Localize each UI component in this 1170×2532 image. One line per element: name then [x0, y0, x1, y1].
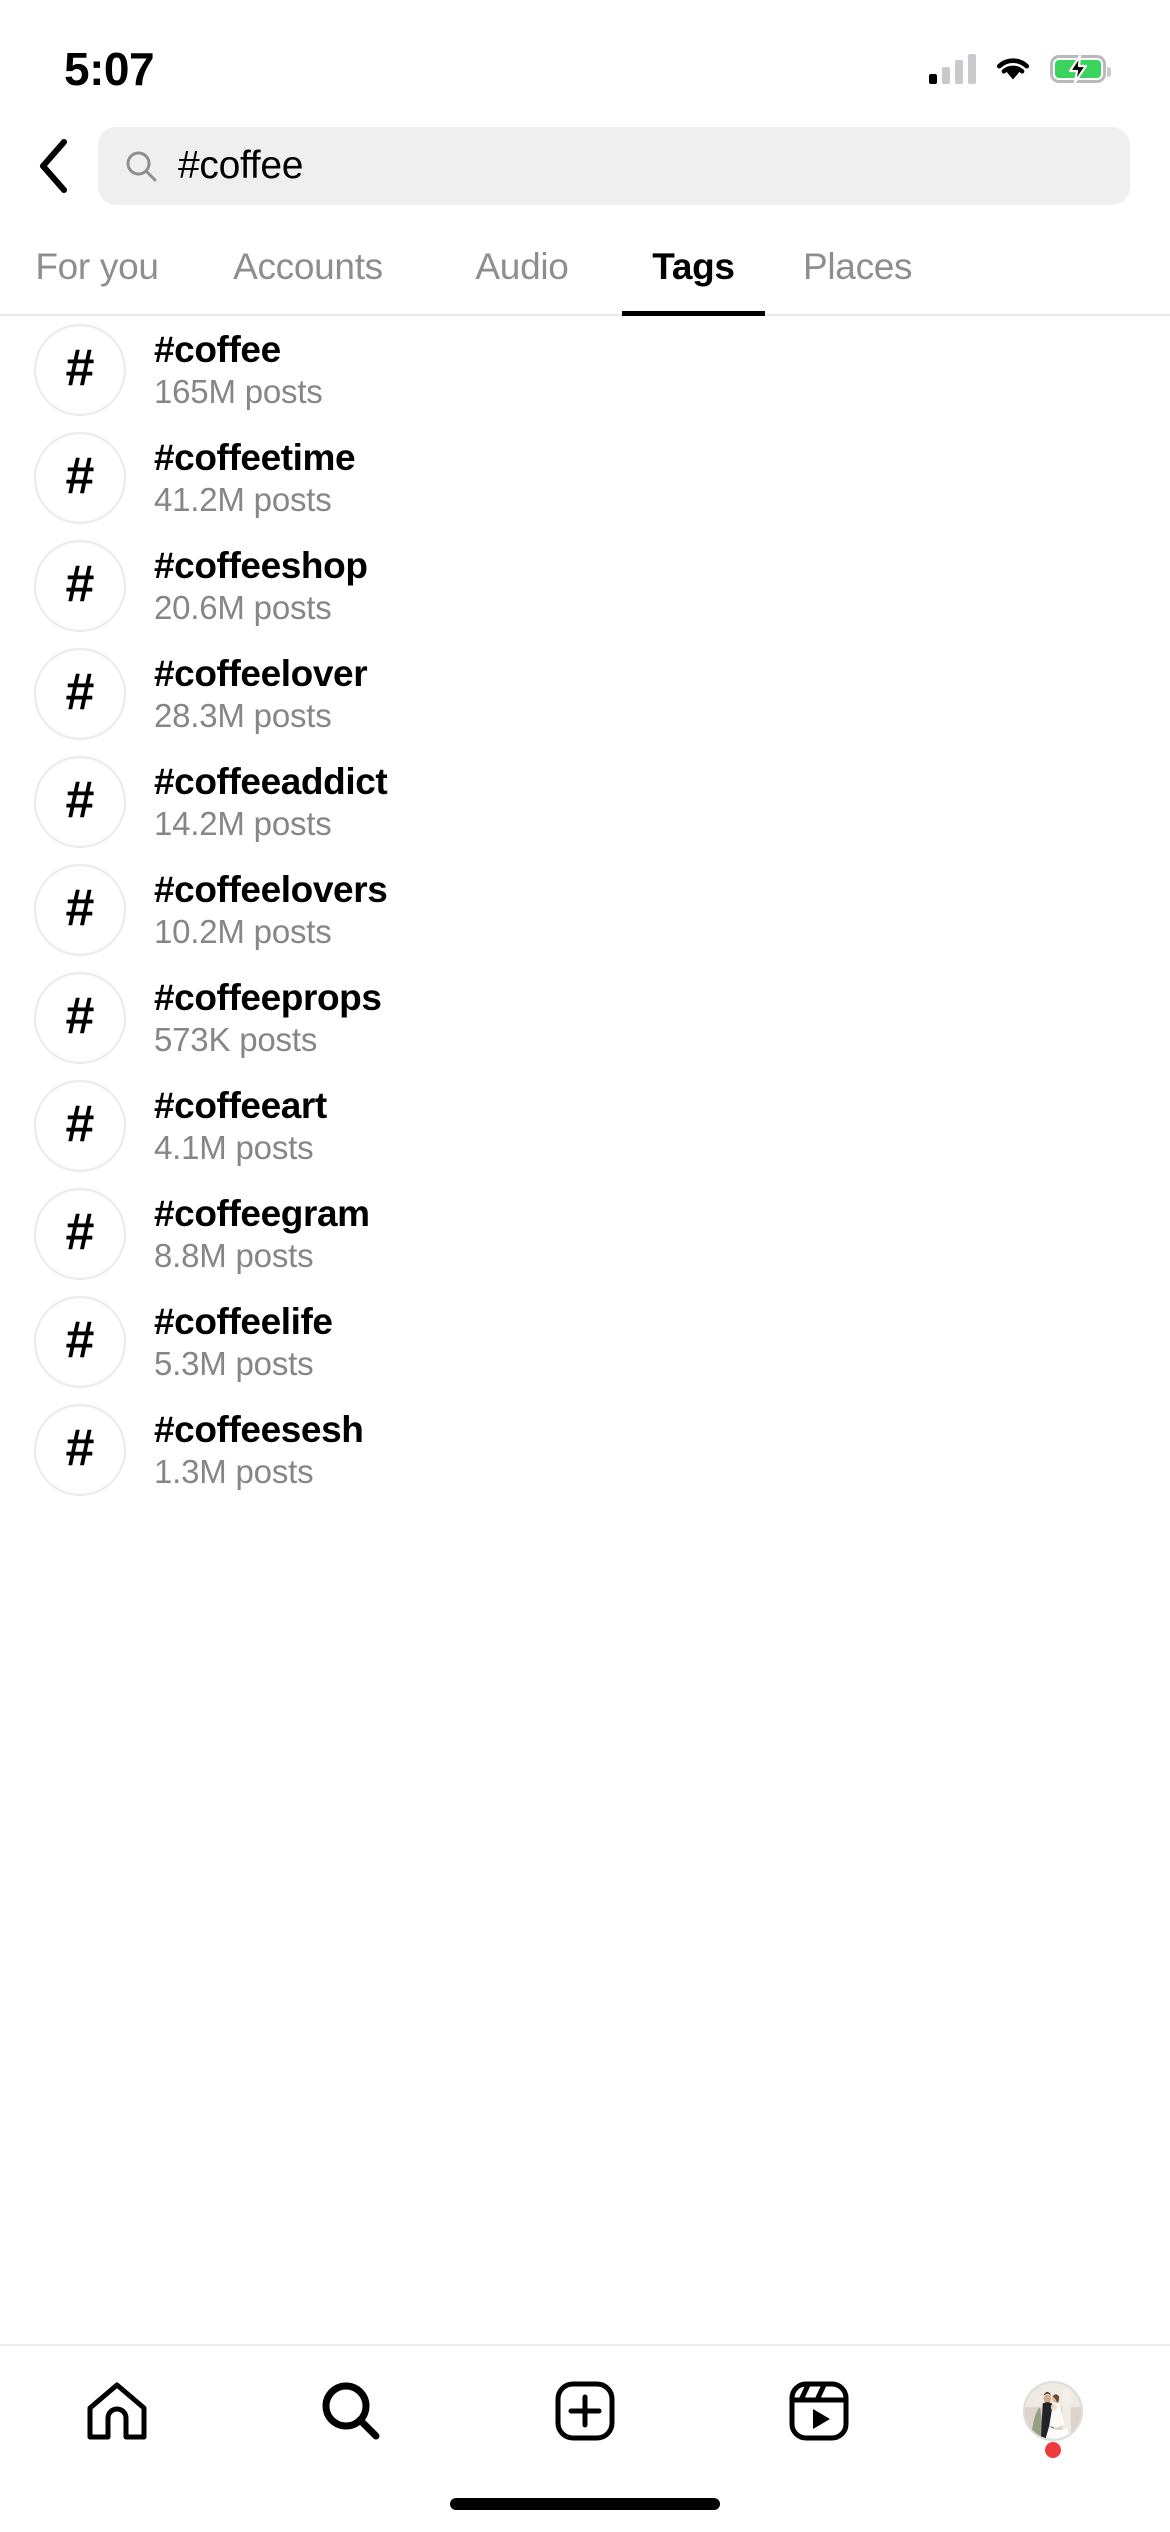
hashtag-icon: # — [34, 1296, 126, 1388]
list-item[interactable]: # #coffeeshop 20.6M posts — [0, 532, 1170, 640]
home-icon — [87, 2382, 147, 2440]
tag-name: #coffeelife — [154, 1300, 333, 1342]
list-item[interactable]: # #coffeetime 41.2M posts — [0, 424, 1170, 532]
tag-post-count: 1.3M posts — [154, 1452, 314, 1490]
list-item-text: #coffeegram 8.8M posts — [154, 1192, 370, 1274]
status-bar: 5:07 — [0, 0, 1170, 112]
tag-post-count: 28.3M posts — [154, 696, 332, 734]
tag-post-count: 8.8M posts — [154, 1236, 314, 1274]
hashtag-icon: # — [34, 432, 126, 524]
notification-dot — [1045, 2442, 1061, 2458]
list-item-text: #coffeelife 5.3M posts — [154, 1300, 333, 1382]
list-item-text: #coffeelover 28.3M posts — [154, 652, 368, 734]
tag-name: #coffeeshop — [154, 544, 368, 586]
list-item-text: #coffeesesh 1.3M posts — [154, 1408, 364, 1490]
app-screen: 5:07 #coffee For you Accounts Audio Tags… — [0, 0, 1170, 2532]
tag-name: #coffeelover — [154, 652, 368, 694]
home-indicator-bar — [450, 2498, 720, 2510]
tag-name: #coffee — [154, 328, 281, 370]
tab-places[interactable]: Places — [765, 220, 1170, 314]
hashtag-icon: # — [34, 864, 126, 956]
tag-post-count: 14.2M posts — [154, 804, 332, 842]
tag-name: #coffeegram — [154, 1192, 370, 1234]
hashtag-icon: # — [34, 756, 126, 848]
list-item[interactable]: # #coffee 165M posts — [0, 316, 1170, 424]
list-item-text: #coffeeprops 573K posts — [154, 976, 382, 1058]
bottom-navigation-bar — [0, 2344, 1170, 2476]
back-chevron-icon — [40, 139, 67, 193]
hashtag-icon: # — [34, 1404, 126, 1496]
tab-audio[interactable]: Audio — [422, 220, 622, 314]
list-item[interactable]: # #coffeeaddict 14.2M posts — [0, 748, 1170, 856]
tag-post-count: 10.2M posts — [154, 912, 332, 950]
hashtag-icon: # — [34, 972, 126, 1064]
hashtag-icon: # — [34, 540, 126, 632]
wifi-icon — [996, 58, 1030, 80]
status-time: 5:07 — [64, 43, 155, 95]
avatar-photo — [1025, 2383, 1081, 2439]
tag-post-count: 165M posts — [154, 372, 323, 410]
list-item-text: #coffeeart 4.1M posts — [154, 1084, 327, 1166]
search-tabs: For you Accounts Audio Tags Places — [0, 220, 1170, 316]
status-indicators — [929, 54, 1111, 84]
tag-name: #coffeesesh — [154, 1408, 364, 1450]
search-icon — [322, 2382, 380, 2440]
list-item-text: #coffeeaddict 14.2M posts — [154, 760, 388, 842]
tag-name: #coffeelovers — [154, 868, 388, 910]
tag-post-count: 20.6M posts — [154, 588, 332, 626]
home-indicator — [0, 2476, 1170, 2532]
tag-name: #coffeeart — [154, 1084, 327, 1126]
nav-profile-button[interactable] — [936, 2346, 1170, 2476]
profile-avatar — [1023, 2381, 1083, 2441]
create-post-icon — [555, 2381, 615, 2441]
tag-post-count: 41.2M posts — [154, 480, 332, 518]
hashtag-icon: # — [34, 1080, 126, 1172]
list-item[interactable]: # #coffeeart 4.1M posts — [0, 1072, 1170, 1180]
back-button[interactable] — [22, 135, 84, 197]
list-item-text: #coffeeshop 20.6M posts — [154, 544, 368, 626]
list-item-text: #coffeetime 41.2M posts — [154, 436, 356, 518]
search-icon — [126, 151, 157, 182]
tag-name: #coffeetime — [154, 436, 356, 478]
list-item[interactable]: # #coffeelover 28.3M posts — [0, 640, 1170, 748]
list-item[interactable]: # #coffeelife 5.3M posts — [0, 1288, 1170, 1396]
cellular-signal-icon — [929, 54, 976, 84]
hashtag-icon: # — [34, 648, 126, 740]
list-item[interactable]: # #coffeegram 8.8M posts — [0, 1180, 1170, 1288]
nav-search-button[interactable] — [234, 2346, 468, 2476]
tag-post-count: 4.1M posts — [154, 1128, 314, 1166]
tag-name: #coffeeprops — [154, 976, 382, 1018]
search-input[interactable]: #coffee — [98, 127, 1130, 205]
nav-reels-button[interactable] — [702, 2346, 936, 2476]
hashtag-icon: # — [34, 324, 126, 416]
list-item-text: #coffeelovers 10.2M posts — [154, 868, 388, 950]
list-item[interactable]: # #coffeesesh 1.3M posts — [0, 1396, 1170, 1504]
tag-name: #coffeeaddict — [154, 760, 388, 802]
tab-accounts[interactable]: Accounts — [194, 220, 422, 314]
tab-tags[interactable]: Tags — [622, 220, 765, 316]
search-header: #coffee — [0, 112, 1170, 220]
battery-charging-icon — [1050, 55, 1111, 83]
reels-icon — [789, 2381, 849, 2441]
nav-create-button[interactable] — [468, 2346, 702, 2476]
tag-results-list[interactable]: # #coffee 165M posts # #coffeetime 41.2M… — [0, 316, 1170, 2344]
tab-for-you[interactable]: For you — [0, 220, 194, 314]
search-query-text: #coffee — [178, 144, 304, 187]
list-item-text: #coffee 165M posts — [154, 328, 323, 410]
tag-post-count: 573K posts — [154, 1020, 318, 1058]
tag-post-count: 5.3M posts — [154, 1344, 314, 1382]
list-item[interactable]: # #coffeeprops 573K posts — [0, 964, 1170, 1072]
list-item[interactable]: # #coffeelovers 10.2M posts — [0, 856, 1170, 964]
nav-home-button[interactable] — [0, 2346, 234, 2476]
hashtag-icon: # — [34, 1188, 126, 1280]
